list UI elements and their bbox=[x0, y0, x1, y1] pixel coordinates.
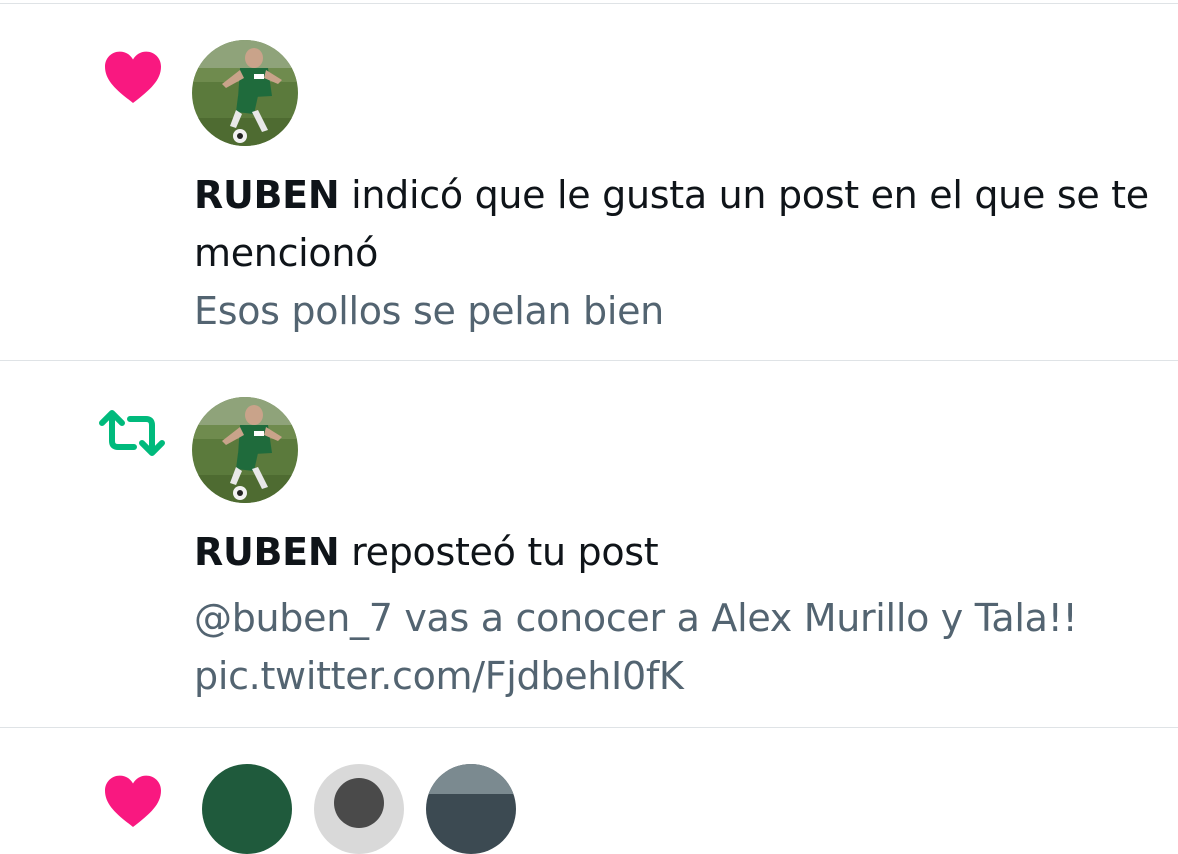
heart-icon bbox=[102, 772, 164, 832]
post-snippet-link[interactable]: pic.twitter.com/FjdbehI0fK bbox=[194, 647, 1154, 705]
avatar[interactable] bbox=[192, 40, 298, 146]
notification-text: RUBEN indicó que le gusta un post en el … bbox=[194, 166, 1154, 282]
notification-like[interactable] bbox=[0, 728, 1178, 827]
action-text: reposteó tu post bbox=[339, 530, 659, 574]
user-name[interactable]: RUBEN bbox=[194, 173, 340, 217]
avatar[interactable] bbox=[314, 764, 404, 854]
notification-text: RUBEN reposteó tu post bbox=[194, 523, 1154, 581]
user-name[interactable]: RUBEN bbox=[194, 530, 340, 574]
avatar[interactable] bbox=[426, 764, 516, 854]
heart-icon bbox=[102, 48, 164, 108]
notification-repost[interactable]: RUBEN reposteó tu post @buben_7 vas a co… bbox=[0, 361, 1178, 727]
repost-icon bbox=[96, 407, 168, 463]
post-snippet[interactable]: Esos pollos se pelan bien bbox=[194, 282, 1154, 340]
avatar[interactable] bbox=[192, 397, 298, 503]
notification-like[interactable]: RUBEN indicó que le gusta un post en el … bbox=[0, 4, 1178, 360]
avatar[interactable] bbox=[202, 764, 292, 854]
post-snippet[interactable]: @buben_7 vas a conocer a Alex Murillo y … bbox=[194, 589, 1154, 705]
post-snippet-line: @buben_7 vas a conocer a Alex Murillo y … bbox=[194, 596, 1078, 640]
